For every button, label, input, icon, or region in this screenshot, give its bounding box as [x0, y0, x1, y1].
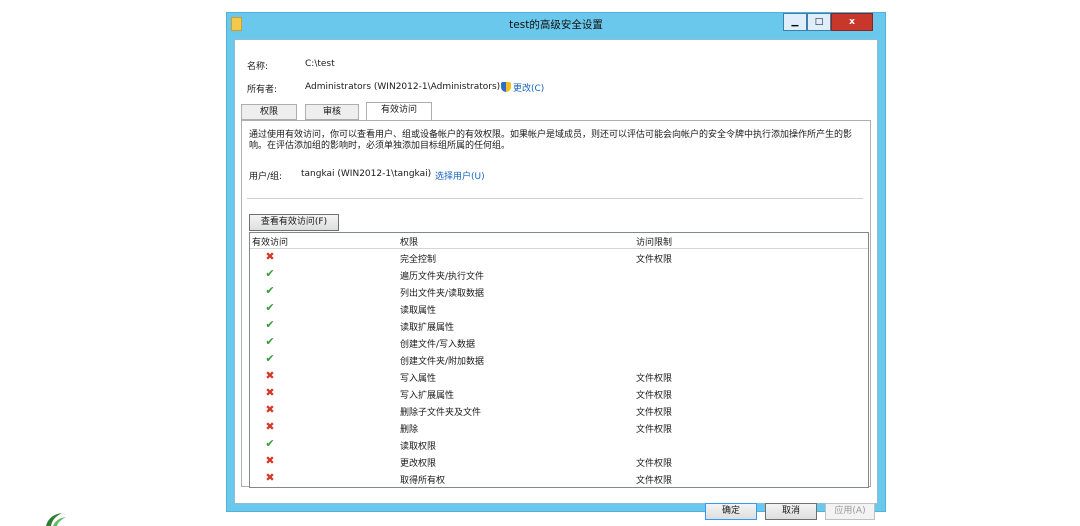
permission-name: 遍历文件夹/执行文件	[400, 272, 485, 282]
list-item[interactable]: ✖ 写入属性 文件权限	[250, 368, 868, 385]
ok-button[interactable]: 确定	[705, 503, 757, 520]
column-effective-access[interactable]: 有效访问	[252, 235, 288, 248]
permission-name: 写入属性	[400, 374, 437, 384]
watermark-logo	[46, 513, 66, 526]
permission-name: 删除	[400, 425, 419, 435]
list-item[interactable]: ✔ 创建文件/写入数据	[250, 334, 868, 351]
allow-check-icon: ✔	[265, 318, 275, 331]
deny-x-icon: ✖	[265, 250, 275, 263]
list-item[interactable]: ✔ 读取权限	[250, 436, 868, 453]
column-permission[interactable]: 权限	[400, 235, 418, 248]
list-item[interactable]: ✔ 遍历文件夹/执行文件	[250, 266, 868, 283]
change-owner-label: 更改(C)	[513, 84, 545, 94]
access-limit: 文件权限	[636, 255, 673, 265]
title-bar[interactable]: test的高级安全设置 ▁ □ x	[227, 13, 885, 35]
name-label: 名称:	[247, 62, 269, 72]
deny-x-icon: ✖	[265, 420, 275, 433]
permission-name: 删除子文件夹及文件	[400, 408, 482, 418]
access-limit: 文件权限	[636, 374, 673, 384]
description-text: 通过使用有效访问，你可以查看用户、组或设备帐户的有效权限。如果帐户是域成员，则还…	[249, 130, 853, 151]
security-settings-window: test的高级安全设置 ▁ □ x 名称: C:\test 所有者: Admin…	[226, 12, 886, 520]
permission-name: 读取权限	[400, 442, 437, 452]
close-button[interactable]: x	[831, 13, 873, 31]
list-item[interactable]: ✔ 读取属性	[250, 300, 868, 317]
view-effective-access-button[interactable]: 查看有效访问(F)	[249, 214, 339, 231]
allow-check-icon: ✔	[265, 437, 275, 450]
allow-check-icon: ✔	[265, 335, 275, 348]
permission-name: 更改权限	[400, 459, 437, 469]
allow-check-icon: ✔	[265, 267, 275, 280]
allow-check-icon: ✔	[265, 352, 275, 365]
access-limit: 文件权限	[636, 408, 673, 418]
access-limit: 文件权限	[636, 459, 673, 469]
select-user-link[interactable]: 选择用户(U)	[435, 169, 485, 182]
permission-name: 读取扩展属性	[400, 323, 455, 333]
deny-x-icon: ✖	[265, 369, 275, 382]
tab-effective-access[interactable]: 有效访问	[366, 102, 432, 121]
permission-name: 创建文件/写入数据	[400, 340, 476, 350]
list-item[interactable]: ✔ 列出文件夹/读取数据	[250, 283, 868, 300]
access-limit: 文件权限	[636, 391, 673, 401]
owner-label: 所有者:	[247, 85, 278, 95]
permission-name: 读取属性	[400, 306, 437, 316]
list-item[interactable]: ✖ 删除子文件夹及文件 文件权限	[250, 402, 868, 419]
divider	[247, 198, 863, 199]
maximize-icon: □	[814, 17, 824, 27]
permission-name: 创建文件夹/附加数据	[400, 357, 485, 367]
tab-permissions[interactable]: 权限	[241, 104, 297, 120]
dialog-body: 名称: C:\test 所有者: Administrators (WIN2012…	[234, 39, 878, 520]
deny-x-icon: ✖	[265, 454, 275, 467]
owner-value: Administrators (WIN2012-1\Administrators…	[305, 82, 501, 92]
permission-name: 列出文件夹/读取数据	[400, 289, 485, 299]
allow-check-icon: ✔	[265, 284, 275, 297]
list-item[interactable]: ✖ 取得所有权 文件权限	[250, 470, 868, 487]
list-item[interactable]: ✖ 写入扩展属性 文件权限	[250, 385, 868, 402]
uac-shield-icon	[501, 82, 511, 92]
permission-name: 写入扩展属性	[400, 391, 455, 401]
allow-check-icon: ✔	[265, 301, 275, 314]
access-limit: 文件权限	[636, 425, 673, 435]
list-item[interactable]: ✖ 更改权限 文件权限	[250, 453, 868, 470]
close-icon: x	[849, 17, 855, 27]
list-item[interactable]: ✖ 完全控制 文件权限	[250, 249, 868, 266]
deny-x-icon: ✖	[265, 471, 275, 484]
list-header: 有效访问 权限 访问限制	[250, 233, 868, 249]
deny-x-icon: ✖	[265, 403, 275, 416]
name-value: C:\test	[305, 59, 335, 69]
list-item[interactable]: ✖ 删除 文件权限	[250, 419, 868, 436]
effective-access-list[interactable]: 有效访问 权限 访问限制 ✖ 完全控制 文件权限 ✔ 遍历文件夹/执行文件 ✔ 列出文件夹/…	[249, 232, 869, 488]
change-owner-link[interactable]: 更改(C)	[501, 81, 544, 94]
window-controls: ▁ □ x	[783, 13, 873, 31]
access-limit: 文件权限	[636, 476, 673, 486]
apply-button[interactable]: 应用(A)	[825, 503, 875, 520]
permission-name: 取得所有权	[400, 476, 446, 486]
list-item[interactable]: ✔ 创建文件夹/附加数据	[250, 351, 868, 368]
list-item[interactable]: ✔ 读取扩展属性	[250, 317, 868, 334]
column-access-limit[interactable]: 访问限制	[636, 235, 672, 248]
cancel-button[interactable]: 取消	[765, 503, 817, 520]
permission-name: 完全控制	[400, 255, 437, 265]
maximize-button[interactable]: □	[807, 13, 831, 31]
deny-x-icon: ✖	[265, 386, 275, 399]
tab-auditing[interactable]: 审核	[305, 104, 359, 120]
user-group-value: tangkai (WIN2012-1\tangkai)	[301, 169, 432, 179]
minimize-button[interactable]: ▁	[783, 13, 807, 31]
user-group-label: 用户/组:	[249, 172, 283, 182]
minimize-icon: ▁	[791, 17, 799, 27]
